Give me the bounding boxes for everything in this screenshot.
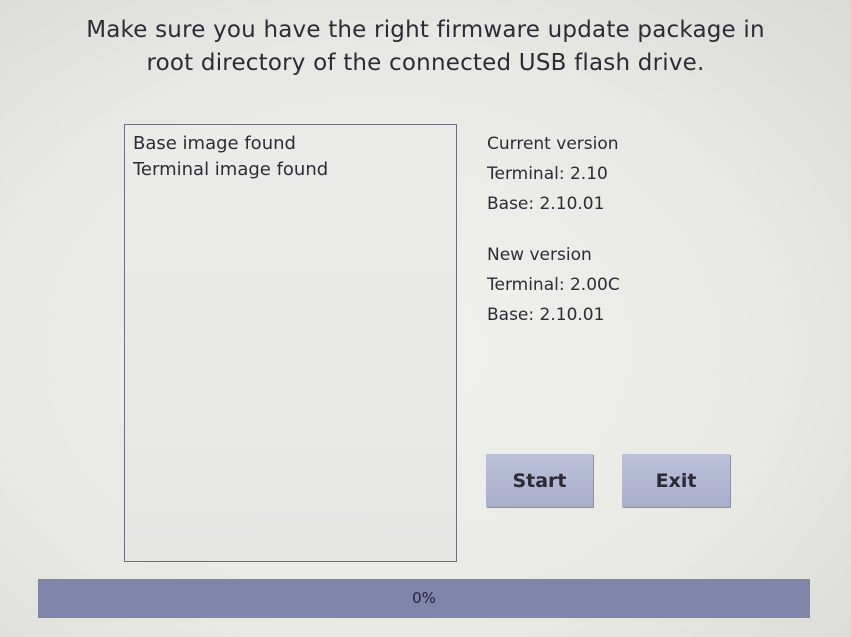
instruction-line-2: root directory of the connected USB flas… [146, 50, 705, 76]
exit-button[interactable]: Exit [622, 454, 730, 507]
current-version-group: Current version Terminal: 2.10 Base: 2.1… [487, 129, 787, 219]
log-line-base-image: Base image found [133, 133, 296, 154]
current-version-heading: Current version [487, 134, 619, 154]
progress-label: 0% [412, 589, 436, 607]
instruction-text: Make sure you have the right firmware up… [30, 14, 821, 80]
new-terminal-version: Terminal: 2.00C [487, 275, 620, 295]
new-base-version: Base: 2.10.01 [487, 305, 605, 325]
start-button[interactable]: Start [486, 454, 593, 507]
new-version-group: New version Terminal: 2.00C Base: 2.10.0… [487, 240, 787, 330]
instruction-line-1: Make sure you have the right firmware up… [86, 17, 765, 43]
status-log-list[interactable]: Base image found Terminal image found [124, 124, 457, 562]
current-terminal-version: Terminal: 2.10 [487, 164, 608, 184]
version-info-panel: Current version Terminal: 2.10 Base: 2.1… [487, 129, 787, 351]
log-line-terminal-image: Terminal image found [133, 159, 329, 180]
new-version-heading: New version [487, 245, 592, 265]
firmware-update-screen: Make sure you have the right firmware up… [0, 0, 851, 637]
current-base-version: Base: 2.10.01 [487, 194, 605, 214]
progress-bar: 0% [38, 579, 810, 618]
